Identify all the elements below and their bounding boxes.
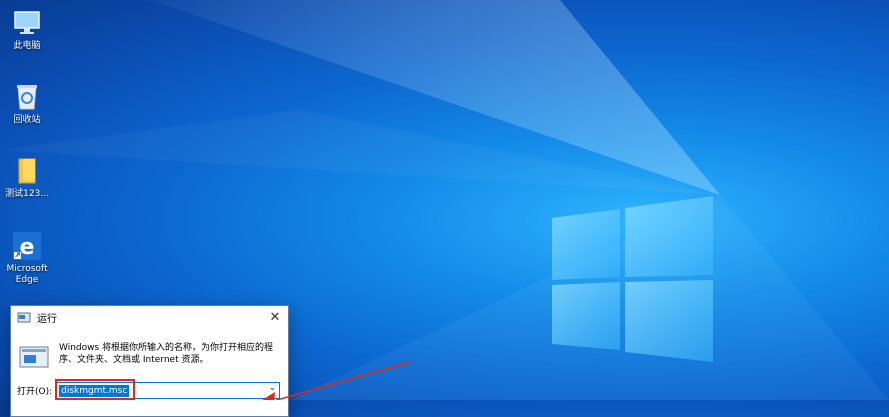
run-program-icon — [19, 346, 49, 368]
desktop-icon-edge[interactable]: e Microsoft Edge — [2, 231, 52, 286]
run-icon — [17, 312, 31, 323]
desktop-icon-label: 回收站 — [13, 115, 41, 125]
open-label: 打开(O): — [17, 387, 53, 397]
open-combobox[interactable]: diskmgmt.msc ⌄ — [56, 382, 281, 399]
edge-icon: e — [12, 231, 42, 261]
desktop-icon-this-pc[interactable]: 此电脑 — [2, 8, 52, 52]
run-dialog: 运行 ✕ Windows 将根据你所输入的名称，为你打开相应的程序、文件夹、文档… — [10, 305, 289, 417]
dialog-description: Windows 将根据你所输入的名称，为你打开相应的程序、文件夹、文档或 Int… — [59, 343, 274, 365]
recycle-bin-icon — [12, 82, 42, 112]
dialog-title: 运行 — [37, 313, 57, 325]
desktop-icon-label: 测试123... — [5, 189, 49, 199]
desktop-icon-folder[interactable]: 测试123... — [2, 156, 52, 200]
this-pc-icon — [12, 8, 42, 38]
desktop-icon-label: Microsoft Edge — [6, 264, 48, 285]
chevron-down-icon[interactable]: ⌄ — [269, 383, 277, 393]
dialog-titlebar[interactable]: 运行 ✕ — [11, 306, 288, 328]
folder-icon — [12, 156, 42, 186]
close-button[interactable]: ✕ — [262, 306, 288, 328]
open-input-value[interactable]: diskmgmt.msc — [59, 384, 130, 397]
svg-text:e: e — [20, 235, 35, 260]
desktop-icon-recycle-bin[interactable]: 回收站 — [2, 82, 52, 126]
desktop-icon-label: 此电脑 — [13, 41, 41, 51]
